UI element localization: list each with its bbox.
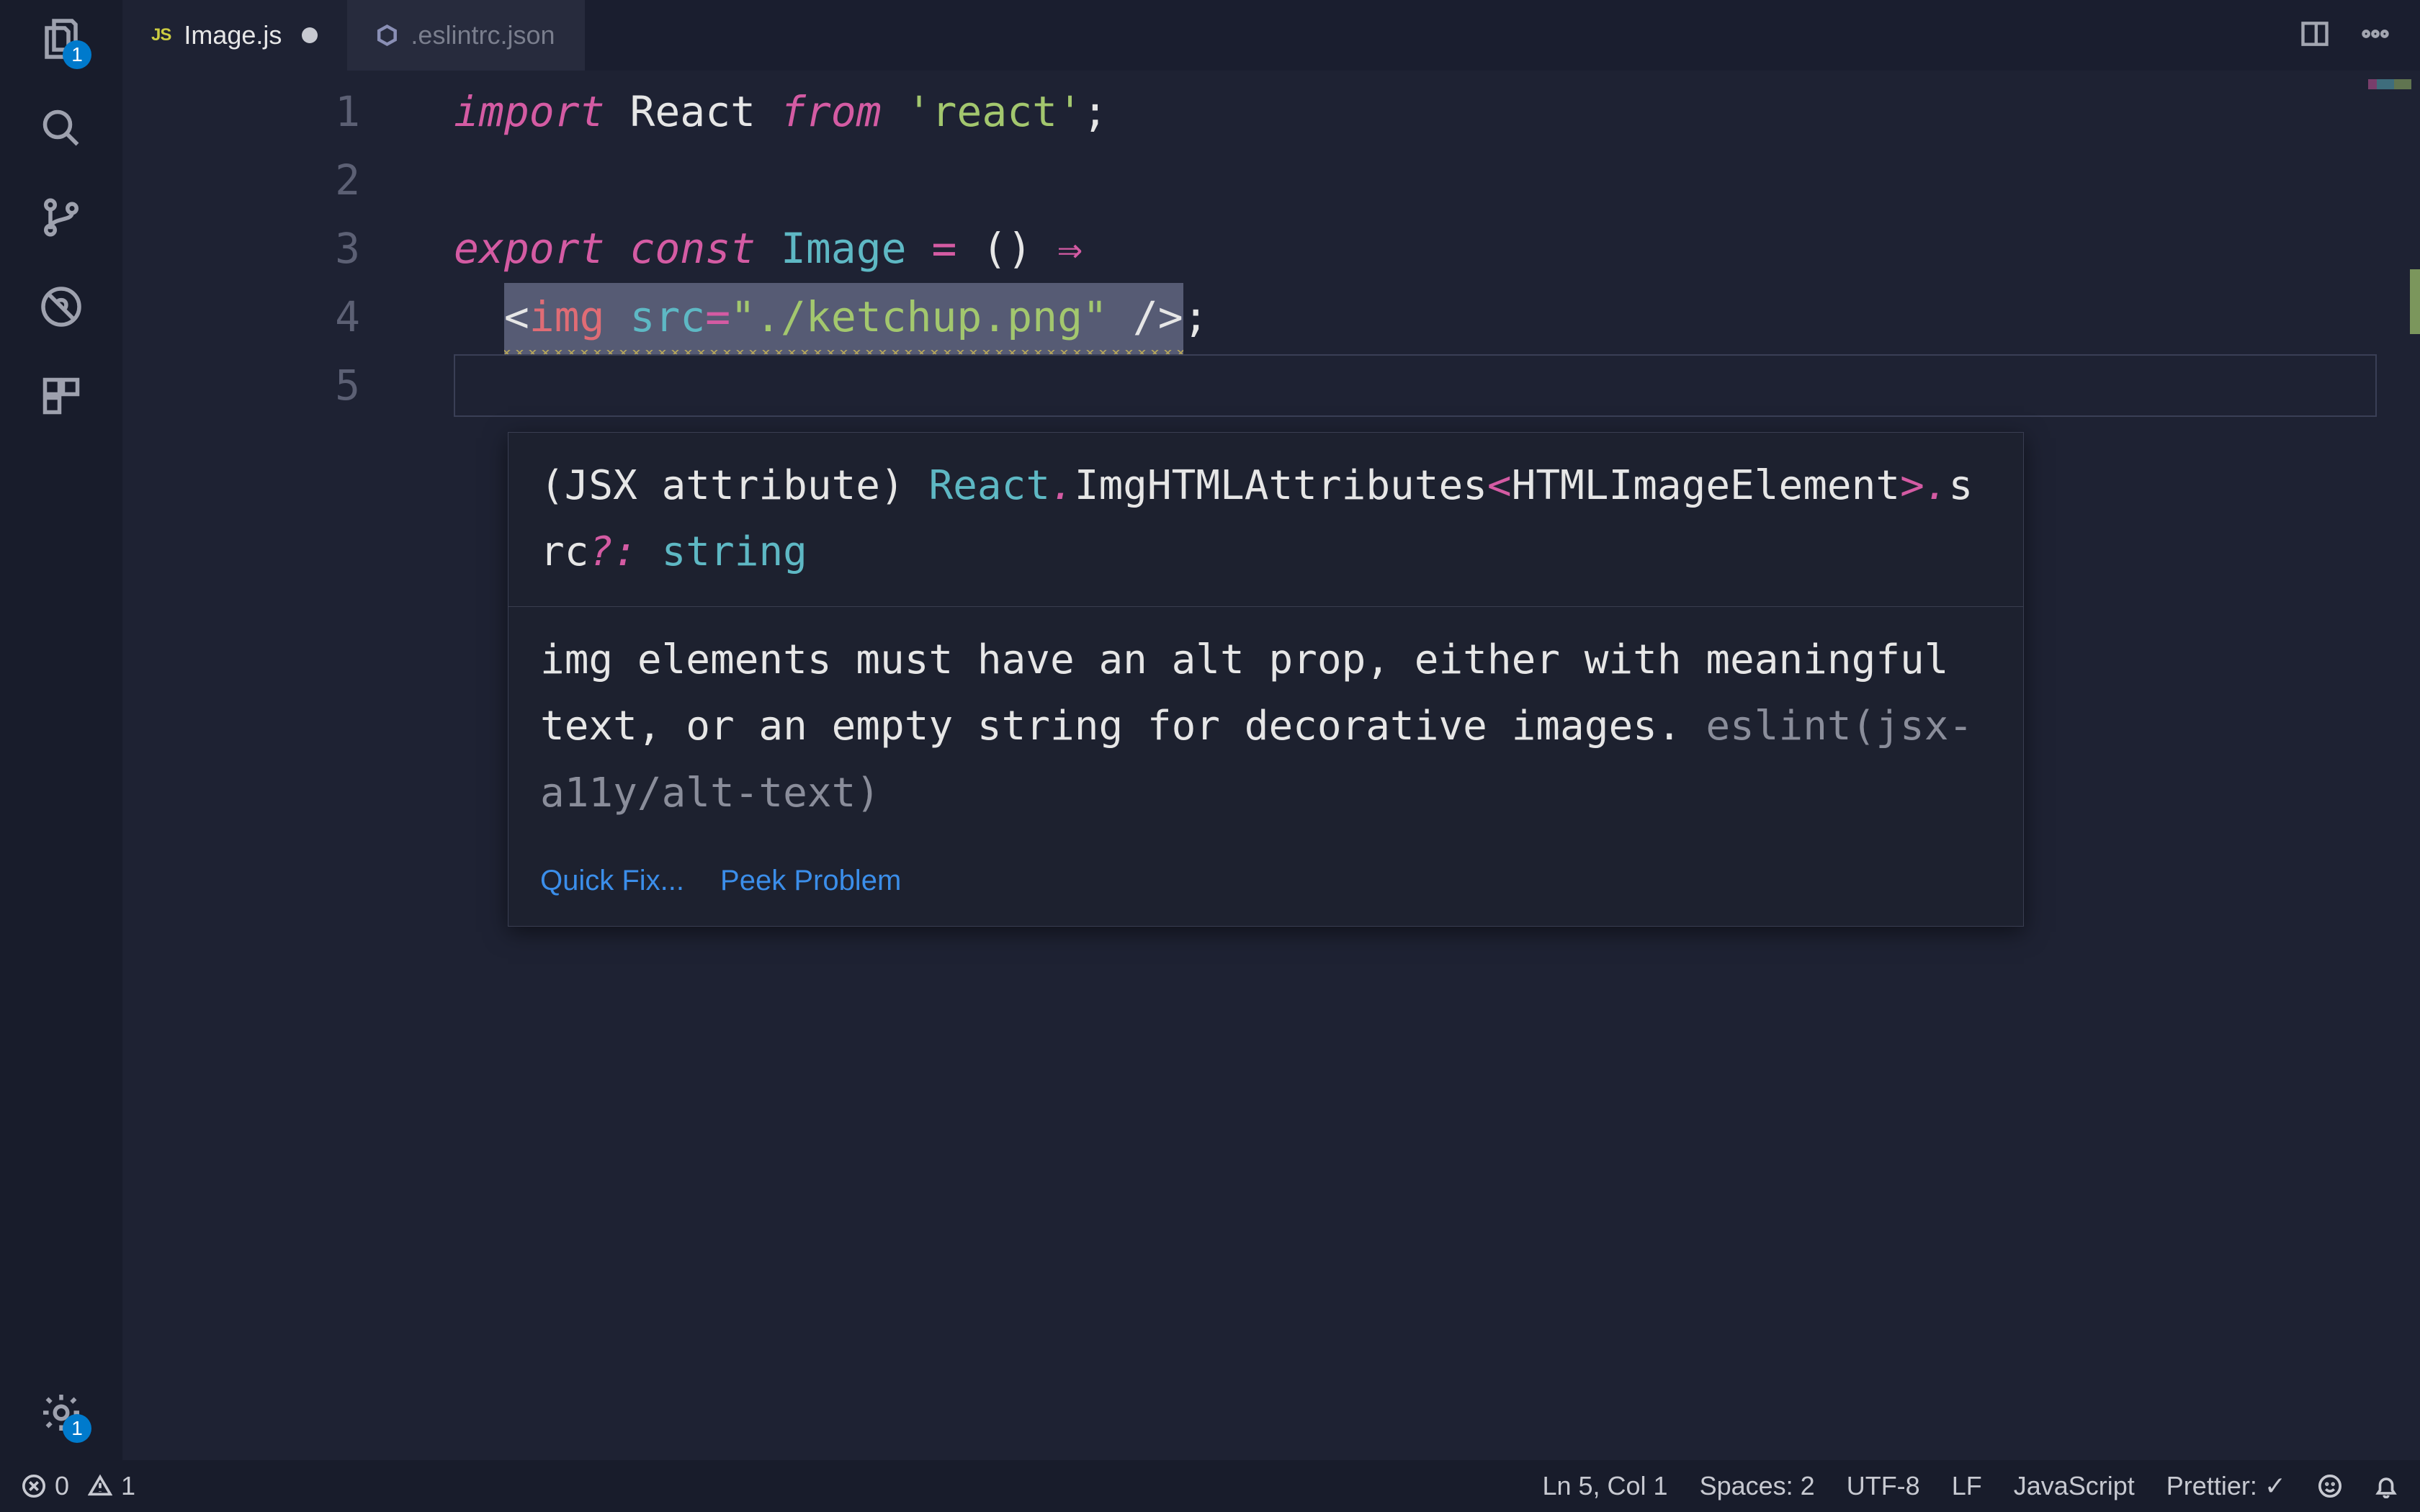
status-bar: 0 1 Ln 5, Col 1 Spaces: 2 UTF-8 LF JavaS…: [0, 1460, 2420, 1512]
status-errors[interactable]: 0: [22, 1471, 69, 1501]
tab-eslintrc[interactable]: .eslintrc.json: [347, 0, 584, 71]
line-number: 4: [122, 283, 360, 351]
tab-bar: JS Image.js .eslintrc.json: [122, 0, 2420, 71]
explorer-icon[interactable]: 1: [35, 13, 87, 65]
code-line: import React from 'react';: [454, 78, 2377, 146]
status-indent[interactable]: Spaces: 2: [1700, 1471, 1815, 1501]
explorer-badge: 1: [63, 40, 91, 69]
eslint-file-icon: [376, 24, 398, 46]
editor-actions: [2299, 0, 2420, 71]
debug-icon[interactable]: [35, 281, 87, 333]
code-line: export const Image = () ⇒: [454, 215, 2377, 283]
settings-badge: 1: [63, 1414, 91, 1443]
status-cursor[interactable]: Ln 5, Col 1: [1542, 1471, 1667, 1501]
hover-signature: (JSX attribute) React.ImgHTMLAttributes<…: [508, 433, 2023, 606]
tab-label: .eslintrc.json: [411, 20, 555, 50]
code-line-current: [454, 351, 2377, 420]
line-number-gutter: 1 2 3 4 5: [122, 78, 403, 420]
code-editor[interactable]: 1 2 3 4 5 import React from 'react'; exp…: [122, 71, 2420, 1460]
tab-image-js[interactable]: JS Image.js: [122, 0, 347, 71]
hover-actions: Quick Fix... Peek Problem: [508, 847, 2023, 926]
settings-gear-icon[interactable]: 1: [35, 1387, 87, 1439]
editor-main: JS Image.js .eslintrc.json: [122, 0, 2420, 1460]
split-editor-icon[interactable]: [2299, 18, 2331, 53]
search-icon[interactable]: [35, 102, 87, 154]
hover-tooltip: (JSX attribute) React.ImgHTMLAttributes<…: [508, 432, 2024, 927]
extensions-icon[interactable]: [35, 370, 87, 422]
js-file-icon: JS: [151, 25, 171, 45]
dirty-indicator-icon: [302, 27, 318, 43]
code-line: [454, 146, 2377, 215]
tab-label: Image.js: [184, 20, 282, 50]
quick-fix-link[interactable]: Quick Fix...: [540, 857, 684, 904]
status-encoding[interactable]: UTF-8: [1847, 1471, 1920, 1501]
code-content: import React from 'react'; export const …: [454, 78, 2420, 420]
more-actions-icon[interactable]: [2360, 18, 2391, 53]
status-prettier[interactable]: Prettier: ✓: [2166, 1471, 2286, 1501]
code-line: <img src="./ketchup.png" />;: [454, 283, 2377, 351]
status-eol[interactable]: LF: [1952, 1471, 1982, 1501]
app-root: 1 1 JS Image.js: [0, 0, 2420, 1460]
activity-bar: 1 1: [0, 0, 122, 1460]
line-number: 1: [122, 78, 360, 146]
line-number: 2: [122, 146, 360, 215]
status-warnings[interactable]: 1: [88, 1471, 135, 1501]
source-control-icon[interactable]: [35, 192, 87, 243]
status-language[interactable]: JavaScript: [2014, 1471, 2135, 1501]
line-number: 5: [122, 351, 360, 420]
peek-problem-link[interactable]: Peek Problem: [720, 857, 901, 904]
status-bell-icon[interactable]: [2374, 1474, 2398, 1498]
warning-icon: [88, 1474, 112, 1498]
error-icon: [22, 1474, 46, 1498]
overview-ruler-mark[interactable]: [2410, 269, 2420, 334]
line-number: 3: [122, 215, 360, 283]
hover-message: img elements must have an alt prop, eith…: [508, 607, 2023, 847]
status-feedback-icon[interactable]: [2318, 1474, 2342, 1498]
